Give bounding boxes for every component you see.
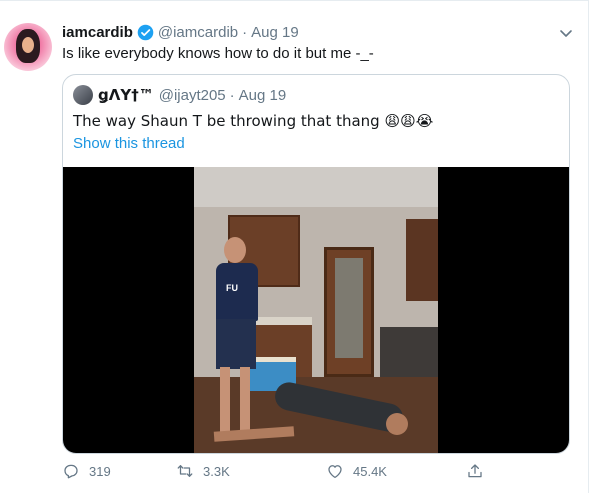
like-icon (328, 465, 342, 479)
like-count: 45.4K (353, 463, 387, 479)
reply-count: 319 (89, 463, 111, 479)
scene-right-cabinet (406, 219, 438, 301)
scene-man-leg (240, 367, 250, 437)
reply-icon (64, 464, 78, 479)
quoted-handle[interactable]: @ijayt205 (159, 87, 226, 104)
tweet-header: iamcardib @iamcardib · Aug 19 (62, 22, 299, 42)
scene-door-glass (335, 258, 363, 358)
quoted-separator-dot: · (229, 86, 235, 104)
like-button[interactable]: 45.4K (326, 461, 387, 481)
quoted-date[interactable]: Aug 19 (239, 87, 287, 104)
tweet-text: Is like everybody knows how to do it but… (62, 45, 374, 62)
separator-dot: · (242, 23, 248, 41)
show-thread-link[interactable]: Show this thread (73, 134, 185, 154)
quoted-tweet[interactable]: ǥΛY†™ @ijayt205 · Aug 19 The way Shaun T… (62, 74, 570, 454)
quoted-text: The way Shaun T be throwing that thang 😩… (73, 112, 434, 130)
scene-door (324, 247, 374, 377)
scene-man-shirt: FU (216, 263, 258, 321)
scene-man-head (224, 237, 246, 263)
retweet-button[interactable]: 3.3K (176, 461, 230, 481)
scene-man-shorts (216, 319, 256, 369)
reply-button[interactable]: 319 (62, 461, 111, 481)
scene-man-leg (220, 367, 230, 437)
scene-shirt-logo: FU (226, 283, 238, 293)
tweet[interactable]: iamcardib @iamcardib · Aug 19 Is like ev… (0, 0, 589, 493)
verified-badge-icon (137, 24, 154, 40)
tweet-date[interactable]: Aug 19 (251, 24, 299, 41)
retweet-icon (177, 465, 193, 477)
quoted-header: ǥΛY†™ @ijayt205 · Aug 19 (73, 85, 286, 105)
video-player[interactable]: FU (63, 167, 569, 453)
scene-ceiling (194, 167, 438, 207)
tweet-actions: 319 3.3K 45.4K (62, 461, 492, 481)
chevron-down-icon[interactable] (558, 25, 574, 41)
scene-plank-head (386, 413, 408, 435)
retweet-count: 3.3K (203, 463, 230, 479)
quoted-avatar[interactable] (73, 85, 93, 105)
video-frame: FU (194, 167, 438, 453)
share-button[interactable] (466, 461, 493, 481)
share-icon (468, 464, 482, 478)
quoted-display-name[interactable]: ǥΛY†™ (98, 86, 154, 104)
handle[interactable]: @iamcardib (158, 24, 238, 41)
display-name[interactable]: iamcardib (62, 24, 133, 41)
avatar[interactable] (4, 23, 52, 71)
avatar-face (22, 37, 34, 53)
